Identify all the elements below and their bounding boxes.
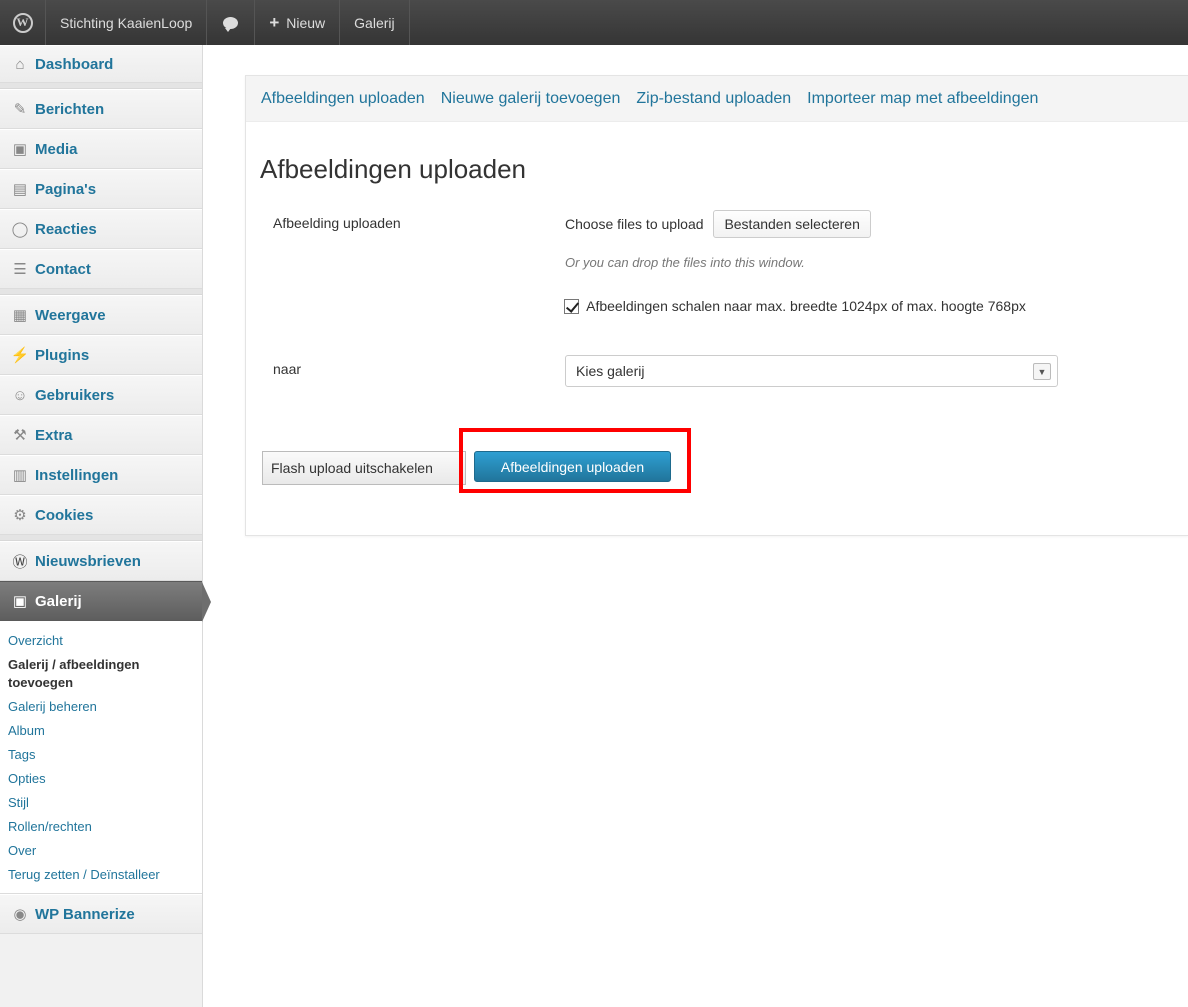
sidebar-item-extra[interactable]: ⚒ Extra	[0, 415, 202, 455]
chevron-down-icon: ▼	[1033, 363, 1051, 380]
resize-checkbox[interactable]	[564, 299, 579, 314]
upload-tabs: Afbeeldingen uploaden Nieuwe galerij toe…	[246, 76, 1188, 122]
tab-add-gallery[interactable]: Nieuwe galerij toevoegen	[441, 90, 621, 108]
pages-icon: ▤	[12, 181, 28, 198]
sidebar-item-label: Extra	[35, 426, 73, 444]
speech-bubble-icon: ◯	[11, 221, 29, 238]
sidebar-item-label: Plugins	[35, 346, 90, 364]
admin-bar: W Stichting KaaienLoop + Nieuw Galerij	[0, 0, 1188, 45]
file-chooser: Choose files to upload Bestanden selecte…	[565, 210, 871, 238]
comments-button[interactable]	[207, 0, 256, 45]
speech-bubble-icon	[223, 16, 239, 32]
camera-icon: ▣	[12, 141, 28, 158]
gear-icon: ⚙	[13, 507, 27, 524]
submenu-item-over[interactable]: Over	[0, 839, 202, 863]
site-name-link[interactable]: Stichting KaaienLoop	[46, 0, 208, 45]
sidebar-item-instellingen[interactable]: ▥ Instellingen	[0, 455, 202, 495]
sidebar-item-wp-bannerize[interactable]: ◉ WP Bannerize	[0, 894, 202, 934]
disable-flash-upload-button[interactable]: Flash upload uitschakelen	[262, 451, 466, 485]
sidebar-item-weergave[interactable]: ▦ Weergave	[0, 295, 202, 335]
gallery-icon: ▣	[12, 593, 28, 610]
sidebar-item-label: Nieuwsbrieven	[35, 552, 141, 570]
sidebar-item-galerij[interactable]: ▣ Galerij	[0, 581, 211, 622]
new-content-label: Nieuw	[286, 14, 326, 31]
main-panel: Afbeeldingen uploaden Nieuwe galerij toe…	[245, 75, 1188, 536]
layout-icon: ▦	[12, 307, 28, 324]
gallery-link[interactable]: Galerij	[340, 0, 410, 45]
sidebar-item-label: Cookies	[35, 506, 94, 524]
submenu-item-overzicht[interactable]: Overzicht	[0, 629, 202, 653]
sidebar-item-gebruikers[interactable]: ☺ Gebruikers	[0, 375, 202, 415]
sidebar-item-label: Media	[35, 140, 78, 158]
contact-form-icon: ☰	[13, 261, 27, 278]
submenu-item-tags[interactable]: Tags	[0, 743, 202, 767]
sidebar-item-paginas[interactable]: ▤ Pagina's	[0, 169, 202, 209]
sidebar-item-label: Berichten	[35, 100, 105, 118]
select-files-button[interactable]: Bestanden selecteren	[713, 210, 871, 238]
submenu-item-stijl[interactable]: Stijl	[0, 791, 202, 815]
sidebar-item-media[interactable]: ▣ Media	[0, 129, 202, 169]
resize-option: Afbeeldingen schalen naar max. breedte 1…	[564, 298, 1026, 314]
sidebar-item-label: Reacties	[35, 220, 97, 238]
sidebar-item-label: Weergave	[35, 306, 106, 324]
gallery-select-value: Kies galerij	[576, 363, 645, 379]
new-content-button[interactable]: + Nieuw	[255, 0, 341, 45]
choose-files-text: Choose files to upload	[565, 216, 704, 232]
plus-icon: +	[269, 12, 280, 32]
sidebar-item-contact[interactable]: ☰ Contact	[0, 249, 202, 289]
house-icon: ⌂	[15, 55, 25, 73]
submenu-item-reset-uninstall[interactable]: Terug zetten / Deïnstalleer	[0, 863, 202, 887]
sidebar-item-label: Gebruikers	[35, 386, 115, 404]
wordpress-icon: W	[12, 12, 33, 33]
pushpin-icon: ✎	[13, 101, 27, 118]
sidebar-item-label: Instellingen	[35, 466, 119, 484]
users-icon: ☺	[12, 386, 28, 404]
page-title: Afbeeldingen uploaden	[260, 154, 527, 184]
gallery-submenu: Overzicht Galerij / afbeeldingen toevoeg…	[0, 621, 202, 894]
to-gallery-label: naar	[273, 361, 302, 377]
highlight-box	[459, 428, 691, 493]
sidebar-item-label: Contact	[35, 260, 91, 278]
submenu-item-roles[interactable]: Rollen/rechten	[0, 815, 202, 839]
tools-icon: ⚒	[13, 427, 27, 444]
admin-sidebar: ⌂ Dashboard ✎ Berichten ▣ Media ▤ Pagina…	[0, 45, 211, 1007]
gallery-select[interactable]: Kies galerij ▼	[565, 355, 1058, 387]
sidebar-item-reacties[interactable]: ◯ Reacties	[0, 209, 202, 249]
sidebar-item-plugins[interactable]: ⚡ Plugins	[0, 335, 202, 375]
plug-icon: ⚡	[10, 347, 30, 364]
sidebar-item-label: Pagina's	[35, 180, 97, 198]
tab-import-folder[interactable]: Importeer map met afbeeldingen	[807, 90, 1038, 108]
sidebar-item-label: WP Bannerize	[35, 905, 135, 923]
globe-icon: ◉	[13, 906, 27, 923]
submenu-item-album[interactable]: Album	[0, 719, 202, 743]
sidebar-item-label: Galerij	[35, 592, 82, 610]
wordpress-icon: Ⓦ	[12, 553, 28, 571]
sidebar-item-berichten[interactable]: ✎ Berichten	[0, 89, 202, 129]
wordpress-logo-button[interactable]: W	[0, 0, 46, 45]
drop-hint: Or you can drop the files into this wind…	[565, 255, 805, 270]
sidebar-item-nieuwsbrieven[interactable]: Ⓦ Nieuwsbrieven	[0, 541, 202, 581]
resize-checkbox-label: Afbeeldingen schalen naar max. breedte 1…	[586, 298, 1026, 314]
submenu-item-manage-gallery[interactable]: Galerij beheren	[0, 695, 202, 719]
upload-label: Afbeelding uploaden	[273, 215, 401, 231]
submenu-item-add-gallery-images[interactable]: Galerij / afbeeldingen toevoegen	[0, 653, 202, 695]
tab-upload-zip[interactable]: Zip-bestand uploaden	[636, 90, 791, 108]
sidebar-item-cookies[interactable]: ⚙ Cookies	[0, 495, 202, 535]
tab-upload-images[interactable]: Afbeeldingen uploaden	[261, 90, 425, 108]
sidebar-item-label: Dashboard	[35, 55, 114, 73]
submenu-item-opties[interactable]: Opties	[0, 767, 202, 791]
sidebar-item-dashboard[interactable]: ⌂ Dashboard	[0, 45, 202, 83]
sliders-icon: ▥	[12, 467, 28, 484]
